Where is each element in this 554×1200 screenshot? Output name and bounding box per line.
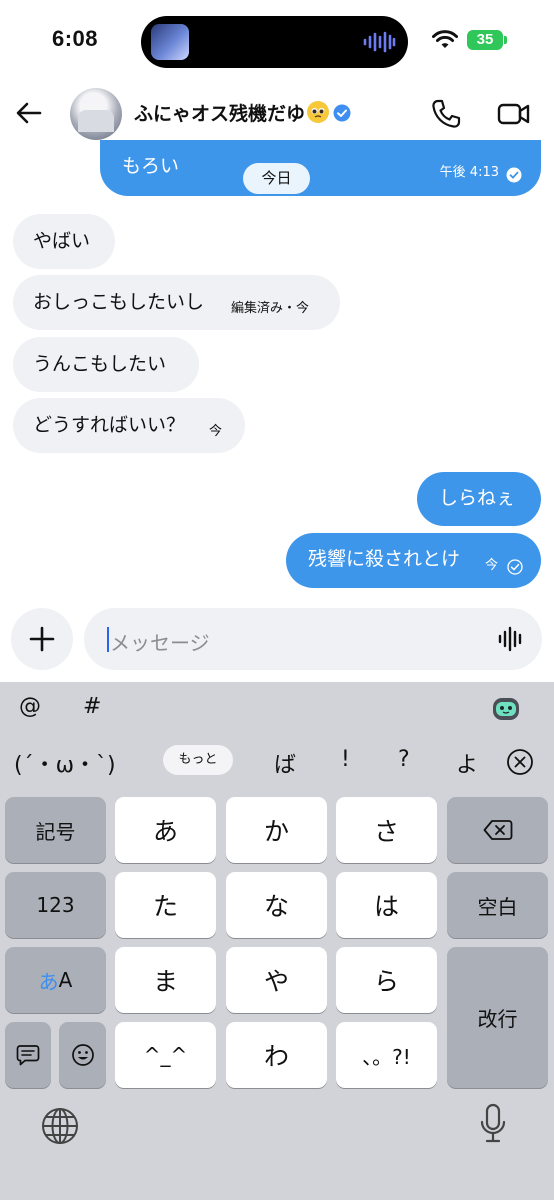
suggestion-yo[interactable]: よ [456, 747, 478, 779]
verified-badge-icon [333, 104, 351, 122]
status-bar: 6:08 35 [0, 0, 554, 84]
smiley-icon [71, 1044, 94, 1066]
punctuation-key[interactable]: 、。?! [336, 1022, 437, 1088]
key-ha[interactable]: は [336, 872, 437, 938]
globe-icon[interactable] [40, 1106, 80, 1146]
status-time: 6:08 [52, 26, 99, 51]
add-attachment-button[interactable] [11, 608, 73, 670]
outgoing-message-bubble[interactable]: もろい 午後 4:13 [100, 140, 541, 196]
chat-header: ふにゃオス残機だゆ [0, 84, 554, 144]
suggestion-hash[interactable]: # [83, 694, 101, 719]
battery-indicator: 35 [467, 30, 503, 50]
pleading-face-emoji-icon [307, 101, 330, 123]
message-timestamp: 午後 4:13 [439, 165, 499, 180]
key-ra[interactable]: ら [336, 947, 437, 1013]
voice-message-icon[interactable] [497, 625, 525, 653]
more-suggestions-button[interactable]: もっと [163, 745, 233, 775]
incoming-message-bubble[interactable]: おしっこもしたいし 編集済み・今 [13, 275, 340, 330]
incoming-message-bubble[interactable]: やばい [13, 214, 115, 269]
message-timestamp: 今 [209, 424, 223, 439]
wifi-icon [432, 30, 458, 48]
key-wa[interactable]: わ [226, 1022, 327, 1088]
backspace-icon [483, 820, 512, 840]
message-edited-timestamp: 編集済み・今 [231, 301, 310, 316]
return-key[interactable]: 改行 [447, 947, 548, 1088]
key-a[interactable]: あ [115, 797, 216, 863]
contact-name-text: ふにゃオス残機だゆ [134, 103, 306, 125]
message-text: やばい [33, 230, 91, 252]
incoming-message-bubble[interactable]: どうすればいい？ 今 [13, 398, 245, 453]
suggestion-exclamation[interactable]: ! [341, 747, 350, 772]
message-text: もろい [122, 155, 180, 177]
chat-key[interactable] [5, 1022, 51, 1088]
key-sa[interactable]: さ [336, 797, 437, 863]
message-input[interactable]: メッセージ [84, 608, 542, 670]
speech-bubble-icon [16, 1045, 40, 1066]
emoji-key[interactable] [59, 1022, 106, 1088]
message-input-placeholder: メッセージ [110, 631, 210, 655]
suggestion-question[interactable]: ? [398, 747, 410, 772]
japanese-keyboard: @ # (´・ω・`) もっと ば ! ? よ 記号 あ か さ 123 た な… [0, 682, 554, 1200]
text-cursor [107, 627, 109, 652]
suggestion-kaomoji[interactable]: (´・ω・`) [14, 747, 116, 779]
close-suggestions-icon[interactable] [506, 748, 534, 776]
key-ta[interactable]: た [115, 872, 216, 938]
back-arrow-icon[interactable] [14, 98, 44, 128]
contact-name[interactable]: ふにゃオス残機だゆ [134, 99, 351, 126]
suggestion-at[interactable]: @ [19, 694, 41, 719]
dynamic-island[interactable] [141, 16, 408, 68]
key-na[interactable]: な [226, 872, 327, 938]
date-separator: 今日 [243, 163, 310, 194]
outgoing-message-bubble[interactable]: 残響に殺されとけ 今 [286, 533, 541, 588]
sent-check-icon [507, 559, 523, 575]
outgoing-message-bubble[interactable]: しらねぇ [417, 472, 541, 526]
plus-icon [29, 626, 55, 652]
now-playing-artwork [151, 24, 189, 60]
dictation-mic-icon[interactable] [478, 1102, 508, 1146]
message-text: うんこもしたい [33, 353, 167, 375]
kaomoji-key[interactable]: ^_^ [115, 1022, 216, 1088]
message-timestamp: 今 [485, 558, 499, 573]
audio-waveform-icon [363, 31, 396, 53]
contact-avatar[interactable] [70, 88, 122, 140]
message-text: しらねぇ [439, 487, 516, 509]
battery-cap [504, 36, 507, 44]
read-check-icon [506, 167, 522, 183]
suggestion-ba[interactable]: ば [274, 747, 296, 779]
mode-hiragana-label: あ [38, 969, 59, 994]
numbers-key[interactable]: 123 [5, 872, 106, 938]
space-key[interactable]: 空白 [447, 872, 548, 938]
incoming-message-bubble[interactable]: うんこもしたい [13, 337, 199, 392]
phone-call-icon[interactable] [430, 98, 462, 130]
key-ya[interactable]: や [226, 947, 327, 1013]
symbols-key[interactable]: 記号 [5, 797, 106, 863]
message-text: 残響に殺されとけ [308, 548, 461, 570]
mode-alpha-label: A [58, 968, 73, 992]
message-text: おしっこもしたいし [33, 291, 205, 313]
backspace-key[interactable] [447, 797, 548, 863]
message-text: どうすればいい？ [33, 414, 186, 436]
key-ka[interactable]: か [226, 797, 327, 863]
bot-emoji-icon[interactable] [491, 694, 521, 722]
video-call-icon[interactable] [497, 100, 531, 128]
input-mode-key[interactable]: あA [5, 947, 106, 1013]
key-ma[interactable]: ま [115, 947, 216, 1013]
